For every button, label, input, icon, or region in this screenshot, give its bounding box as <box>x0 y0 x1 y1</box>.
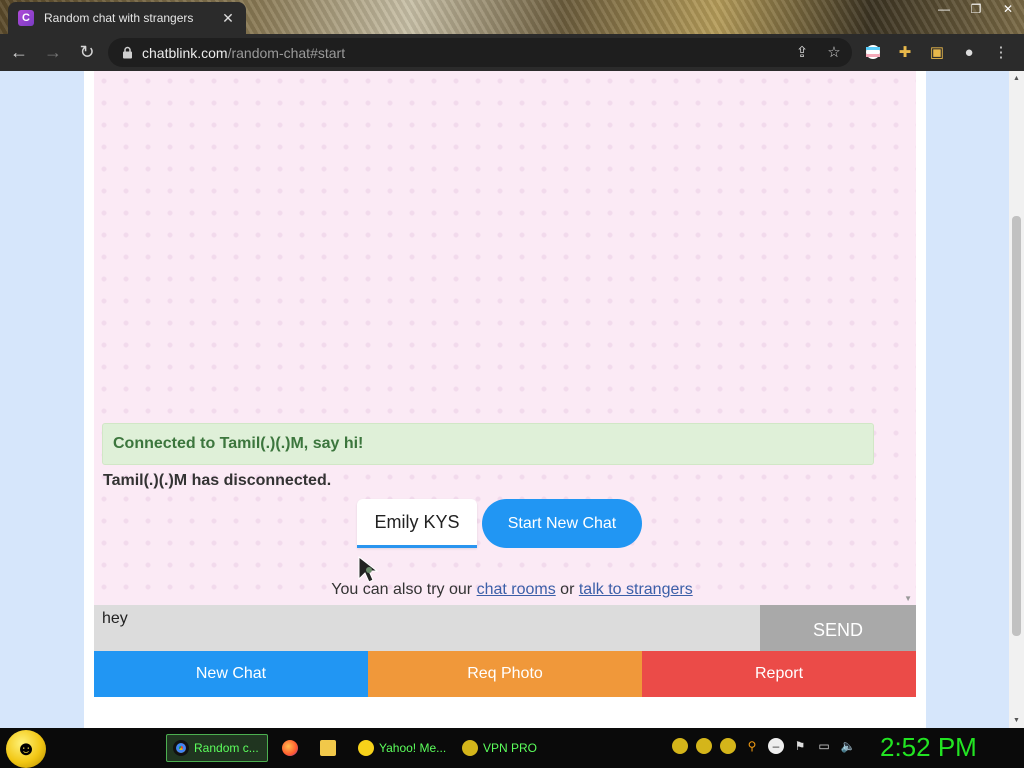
taskbar-clock[interactable]: 2:52 PM <box>880 732 977 763</box>
vpn-icon <box>462 740 478 756</box>
name-field[interactable]: Emily KYS <box>357 499 477 548</box>
new-chat-button[interactable]: New Chat <box>94 651 368 697</box>
taskbar-item-label: Yahoo! Me... <box>379 741 447 755</box>
system-tray: ⚲ – ⚑ ▭ 🔈 <box>672 738 856 754</box>
extensions-puzzle-icon[interactable]: ✚ <box>894 38 916 66</box>
also-try-text: You can also try our chat rooms or talk … <box>0 581 1024 599</box>
side-panel-icon[interactable]: ▣ <box>926 38 948 66</box>
chrome-icon <box>173 740 189 756</box>
tray-vpn-icon[interactable] <box>696 738 712 754</box>
page-scrollbar[interactable]: ▲ ▼ <box>1009 71 1024 728</box>
menu-kebab-icon[interactable]: ⋮ <box>990 38 1012 66</box>
tray-flag-icon[interactable]: ⚑ <box>792 738 808 754</box>
scroll-up-icon[interactable]: ▲ <box>1009 71 1024 86</box>
also-try-prefix: You can also try our <box>331 581 473 598</box>
forward-icon[interactable]: → <box>38 38 68 68</box>
browser-tab[interactable]: C Random chat with strangers ✕ <box>8 2 246 34</box>
lock-icon <box>120 46 134 60</box>
tab-close-icon[interactable]: ✕ <box>220 10 236 27</box>
taskbar-item-label: VPN PRO <box>483 741 538 755</box>
tray-volume-icon[interactable]: 🔈 <box>840 738 856 754</box>
action-buttons: New Chat Req Photo Report <box>94 651 916 697</box>
tray-smiley-icon[interactable]: – <box>768 738 784 754</box>
tray-vpn-icon[interactable] <box>720 738 736 754</box>
req-photo-button[interactable]: Req Photo <box>368 651 642 697</box>
extension-area: ✚ ▣ ● ⋮ <box>862 38 1012 66</box>
minimize-icon[interactable]: — <box>928 0 960 18</box>
chat-rooms-link[interactable]: chat rooms <box>477 581 556 598</box>
bookmark-star-icon[interactable]: ☆ <box>824 42 844 62</box>
taskbar-item-vpn[interactable]: VPN PRO <box>456 734 544 762</box>
url-host: chatblink.com <box>142 44 228 61</box>
os-taskbar: ☻ Random c... Yahoo! Me... VPN PRO ⚲ – ⚑… <box>0 728 1024 768</box>
taskbar-item-yahoo[interactable]: Yahoo! Me... <box>352 734 448 762</box>
scroll-down-icon[interactable]: ▼ <box>1009 713 1024 728</box>
start-new-chat-button[interactable]: Start New Chat <box>482 499 642 548</box>
url-text: chatblink.com/random-chat#start <box>142 45 345 61</box>
url-path: /random-chat#start <box>227 44 346 61</box>
reload-icon[interactable]: ↻ <box>72 38 102 68</box>
tray-vpn-icon[interactable] <box>672 738 688 754</box>
yahoo-messenger-icon <box>358 740 374 756</box>
send-button[interactable]: SEND <box>760 605 916 651</box>
disconnected-notice: Tamil(.)(.)M has disconnected. <box>103 472 332 489</box>
taskbar-item-chrome[interactable]: Random c... <box>166 734 268 762</box>
firefox-icon <box>282 740 298 756</box>
taskbar-item-label: Random c... <box>194 741 259 755</box>
profile-avatar-icon[interactable]: ● <box>958 38 980 66</box>
site-favicon-icon: C <box>18 10 34 26</box>
window-controls: — ❐ ✕ <box>928 0 1024 18</box>
message-input[interactable]: hey <box>94 605 760 651</box>
message-input-row: hey SEND <box>94 605 916 651</box>
talk-to-strangers-link[interactable]: talk to strangers <box>579 581 693 598</box>
flag-extension-icon[interactable] <box>862 38 884 66</box>
folder-icon <box>320 740 336 756</box>
back-icon[interactable]: ← <box>4 38 34 68</box>
connected-notice: Connected to Tamil(.)(.)M, say hi! <box>102 423 874 465</box>
start-smiley-icon[interactable]: ☻ <box>6 730 46 768</box>
tab-title: Random chat with strangers <box>44 11 194 25</box>
also-try-or: or <box>560 581 575 598</box>
report-button[interactable]: Report <box>642 651 916 697</box>
scrollbar-thumb[interactable] <box>1012 216 1021 636</box>
share-icon[interactable]: ⇪ <box>792 42 812 62</box>
page-viewport: ▼ Connected to Tamil(.)(.)M, say hi! Tam… <box>0 71 1024 728</box>
tray-network-icon[interactable]: ▭ <box>816 738 832 754</box>
taskbar-item-firefox[interactable] <box>276 734 304 762</box>
tray-search-icon[interactable]: ⚲ <box>744 738 760 754</box>
address-bar[interactable]: chatblink.com/random-chat#start ⇪ ☆ <box>108 38 852 67</box>
mouse-cursor-icon <box>358 555 379 583</box>
taskbar-item-folder[interactable] <box>314 734 344 762</box>
restore-icon[interactable]: ❐ <box>960 0 992 18</box>
close-window-icon[interactable]: ✕ <box>992 0 1024 18</box>
